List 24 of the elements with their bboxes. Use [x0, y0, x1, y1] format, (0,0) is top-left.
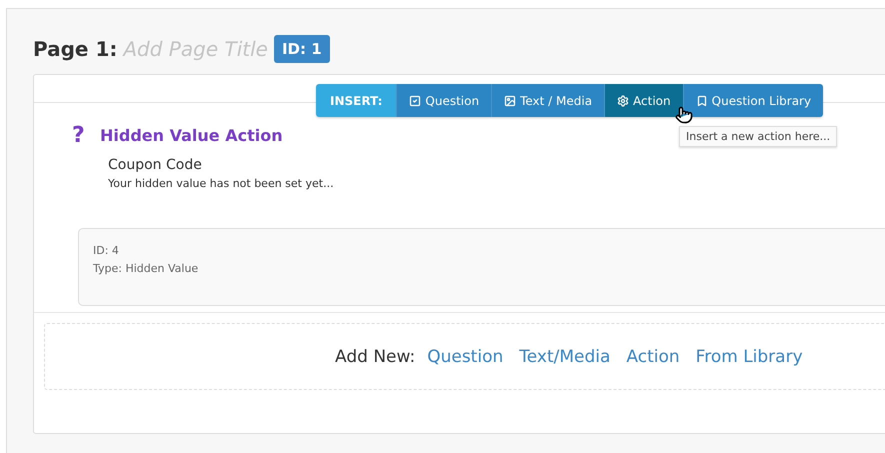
insert-button[interactable]: Question [396, 84, 492, 117]
id-badge: ID: 1 [274, 35, 330, 63]
detail-text: ID: 4 [93, 244, 120, 257]
question-mark-icon: ? [72, 123, 86, 148]
insert-button[interactable]: Question Library [682, 84, 824, 117]
add-link[interactable]: Text/Media [519, 346, 610, 366]
image-icon [504, 94, 516, 106]
insert-button[interactable]: Text / Media [491, 84, 604, 117]
detail-text: Type: Hidden Value [93, 262, 200, 275]
action-title: Hidden Value Action [100, 126, 283, 145]
add-link[interactable]: Action [626, 346, 680, 366]
bookmark-icon [696, 94, 708, 106]
add-new-label: Add New: [335, 346, 416, 366]
settings-icon [617, 94, 630, 106]
insert-label: INSERT: [316, 84, 396, 117]
insert-button[interactable]: Action [604, 84, 683, 117]
pointer-cursor-icon [675, 106, 693, 124]
add-link[interactable]: Question [427, 346, 504, 366]
tooltip: Insert a new action here... [679, 126, 838, 147]
action-description: Your hidden value has not been set yet... [108, 177, 335, 190]
checkbox-icon [409, 94, 422, 106]
action-subtitle: Coupon Code [108, 157, 203, 173]
add-link[interactable]: From Library [696, 346, 803, 366]
page-label: Page 1: [33, 37, 118, 61]
